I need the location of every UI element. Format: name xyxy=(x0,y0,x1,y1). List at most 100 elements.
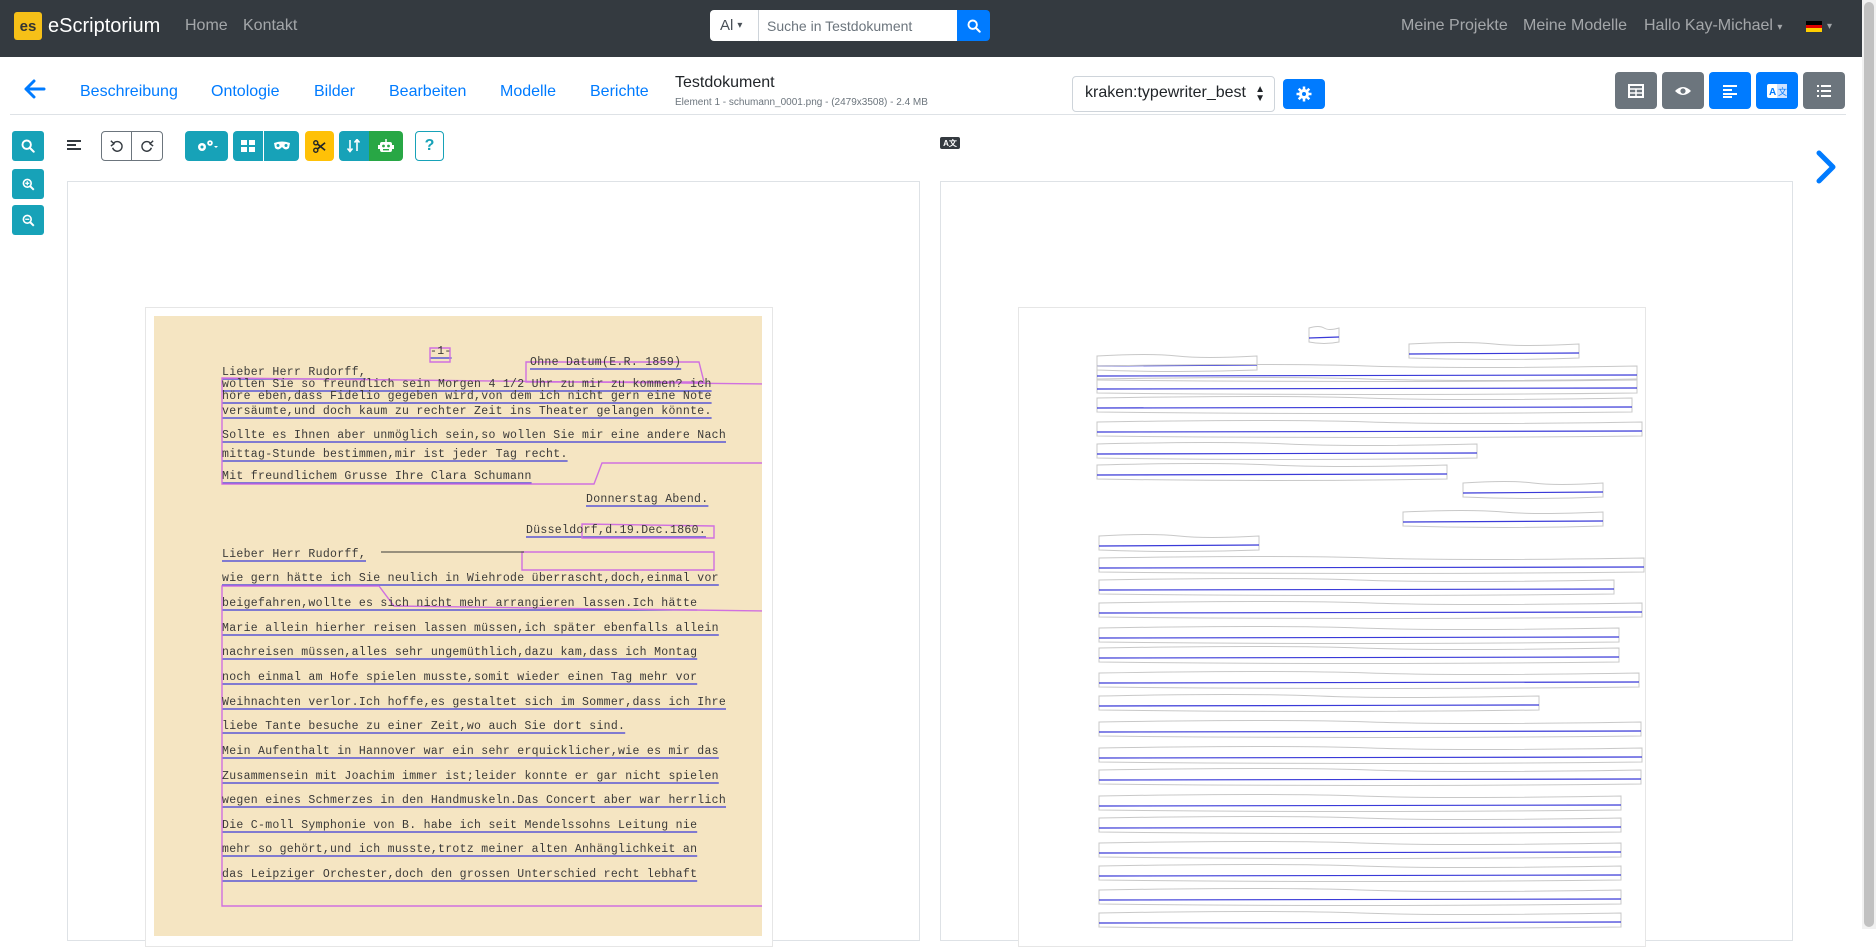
transcription-line-box[interactable] xyxy=(1098,911,1622,929)
search-scope-select[interactable]: Al ▾ xyxy=(710,10,759,41)
baseline[interactable] xyxy=(1098,851,1622,854)
baseline[interactable] xyxy=(1098,566,1645,569)
transcription-line-box[interactable] xyxy=(1098,888,1622,906)
toggle-table-panel-button[interactable] xyxy=(1615,72,1657,109)
baseline[interactable] xyxy=(1098,636,1620,639)
baseline[interactable] xyxy=(1098,921,1622,924)
baseline[interactable] xyxy=(1098,804,1622,807)
undo-button[interactable] xyxy=(101,131,132,161)
nav-contact-link[interactable]: Kontakt xyxy=(243,17,297,35)
transcription-line-box[interactable] xyxy=(1098,694,1540,712)
transcription-line-box[interactable] xyxy=(1096,396,1633,414)
transcription-line-box[interactable] xyxy=(1098,534,1260,552)
baseline[interactable] xyxy=(1402,520,1604,523)
tab-ontologie[interactable]: Ontologie xyxy=(211,83,280,101)
sort-icon xyxy=(347,139,361,153)
baseline[interactable] xyxy=(1098,756,1643,759)
baseline[interactable] xyxy=(1308,336,1340,339)
baseline[interactable] xyxy=(1098,898,1622,901)
transcription-line-box[interactable] xyxy=(1098,841,1622,859)
my-models-link[interactable]: Meine Modelle xyxy=(1523,17,1627,35)
nav-home-link[interactable]: Home xyxy=(185,17,228,35)
toggle-diplomatic-panel-button[interactable] xyxy=(1803,72,1845,109)
baseline[interactable] xyxy=(1098,730,1642,733)
search-button[interactable] xyxy=(957,10,990,41)
transcription-line-box[interactable] xyxy=(1098,646,1620,664)
baseline[interactable] xyxy=(1098,656,1620,659)
baseline[interactable] xyxy=(1462,491,1604,494)
toggle-visualisation-panel-button[interactable] xyxy=(1662,72,1704,109)
transcription-line-box[interactable] xyxy=(1098,768,1642,786)
back-button[interactable] xyxy=(24,78,46,105)
search-input[interactable] xyxy=(759,10,957,41)
baseline[interactable] xyxy=(1096,387,1638,390)
transcription-line-box[interactable] xyxy=(1408,342,1580,360)
tab-beschreibung[interactable]: Beschreibung xyxy=(80,83,178,101)
toggle-masks-button[interactable] xyxy=(264,131,299,161)
user-menu[interactable]: Hallo Kay-Michael ▾ xyxy=(1644,17,1782,35)
my-projects-link[interactable]: Meine Projekte xyxy=(1401,17,1508,35)
transcription-line-box[interactable] xyxy=(1402,510,1604,528)
baseline[interactable] xyxy=(1096,406,1633,409)
toggle-transcription-panel-button[interactable]: A文 xyxy=(1756,72,1798,109)
baseline[interactable] xyxy=(1098,874,1622,877)
redo-button[interactable] xyxy=(131,131,163,161)
transcription-line-box[interactable] xyxy=(1096,463,1448,481)
chevron-down-icon[interactable]: ▾ xyxy=(1827,21,1832,32)
model-select[interactable]: kraken:typewriter_best ▲ ▼ xyxy=(1072,76,1275,112)
transcription-line-box[interactable] xyxy=(1098,816,1622,834)
zoom-reset-button[interactable] xyxy=(12,131,44,161)
tab-berichte[interactable]: Berichte xyxy=(590,83,649,101)
transcription-line-box[interactable] xyxy=(1098,671,1640,689)
transcription-line-box[interactable] xyxy=(1462,481,1604,499)
settings-dropdown-button[interactable] xyxy=(185,131,228,161)
transcription-line-box[interactable] xyxy=(1096,354,1258,372)
search-scope-value: Al xyxy=(720,17,734,34)
zoom-in-button[interactable] xyxy=(12,169,44,199)
model-settings-button[interactable] xyxy=(1283,79,1325,109)
zoom-out-button[interactable] xyxy=(12,205,44,235)
transcription-line-box[interactable] xyxy=(1096,377,1638,395)
toggle-segmentation-panel-button[interactable] xyxy=(1709,72,1751,109)
auto-segment-button[interactable] xyxy=(369,131,403,161)
transcription-line-box[interactable] xyxy=(1098,746,1643,764)
transcription-line-box[interactable] xyxy=(1098,794,1622,812)
transcription-line-box[interactable] xyxy=(1098,601,1643,619)
language-flag-icon[interactable] xyxy=(1806,21,1822,32)
cut-tool-button[interactable] xyxy=(305,131,334,161)
transcription-overlay[interactable] xyxy=(1019,308,1647,948)
next-page-button[interactable] xyxy=(1815,150,1837,189)
transcription-line-box[interactable] xyxy=(1096,442,1478,460)
transcription-line-box[interactable] xyxy=(1098,626,1620,644)
baseline[interactable] xyxy=(1098,544,1260,547)
baseline[interactable] xyxy=(1096,473,1448,476)
baseline[interactable] xyxy=(1096,374,1638,377)
baseline[interactable] xyxy=(1098,704,1540,707)
transcription-line-box[interactable] xyxy=(1098,864,1622,882)
tab-bilder[interactable]: Bilder xyxy=(314,83,355,101)
baseline[interactable] xyxy=(1408,352,1580,355)
region-outline[interactable] xyxy=(521,551,715,571)
transcription-line-box[interactable] xyxy=(1098,556,1645,574)
transcription-line-box[interactable] xyxy=(1096,420,1643,438)
tab-bearbeiten[interactable]: Bearbeiten xyxy=(389,83,466,101)
baseline[interactable] xyxy=(1098,778,1642,781)
brand[interactable]: es eScriptorium xyxy=(14,12,160,40)
page-image[interactable]: -1- Ohne Datum(E.R. 1859) Lieber Herr Rudo… xyxy=(154,316,762,936)
transcription-page[interactable] xyxy=(1018,307,1646,947)
scrollbar-thumb[interactable] xyxy=(1864,2,1874,927)
baseline[interactable] xyxy=(1098,681,1640,684)
transcription-line-box[interactable] xyxy=(1098,578,1615,596)
baseline[interactable] xyxy=(1098,611,1643,614)
baseline[interactable] xyxy=(1096,430,1643,433)
transcription-line-box[interactable] xyxy=(1308,326,1340,344)
transcription-line-box[interactable] xyxy=(1098,720,1642,738)
tab-modelle[interactable]: Modelle xyxy=(500,83,556,101)
baseline[interactable] xyxy=(1098,826,1622,829)
help-button[interactable]: ? xyxy=(415,131,444,161)
reorder-lines-button[interactable] xyxy=(339,131,369,161)
brand-name[interactable]: eScriptorium xyxy=(48,15,160,38)
baseline[interactable] xyxy=(1096,452,1478,455)
baseline[interactable] xyxy=(1098,588,1615,591)
toggle-regions-button[interactable] xyxy=(233,131,263,161)
